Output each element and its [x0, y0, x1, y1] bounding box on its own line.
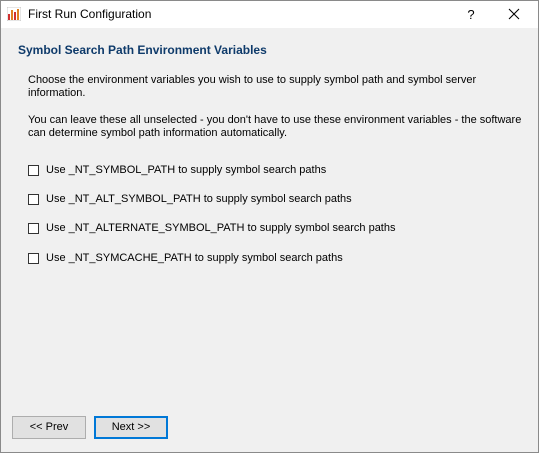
title-bar[interactable]: First Run Configuration ?	[1, 1, 538, 28]
checkbox-box[interactable]	[28, 164, 39, 176]
checkbox-box[interactable]	[28, 193, 39, 205]
checkbox-label[interactable]: Use _NT_SYMCACHE_PATH to supply symbol s…	[46, 252, 343, 264]
nt-alt-symbol-path-checkbox[interactable]: Use _NT_ALT_SYMBOL_PATH to supply symbol…	[28, 191, 352, 207]
window-title: First Run Configuration	[28, 7, 152, 21]
checkbox-label[interactable]: Use _NT_ALT_SYMBOL_PATH to supply symbol…	[46, 193, 352, 205]
intro-text: Choose the environment variables you wis…	[28, 74, 477, 99]
dialog-window: First Run Configuration ? Symbol Search …	[0, 0, 539, 453]
checkbox-box[interactable]	[28, 252, 39, 264]
note-text: You can leave these all unselected - you…	[28, 114, 522, 139]
checkbox-label[interactable]: Use _NT_SYMBOL_PATH to supply symbol sea…	[46, 164, 326, 176]
checkbox-label[interactable]: Use _NT_ALTERNATE_SYMBOL_PATH to supply …	[46, 222, 395, 234]
nt-alternate-symbol-path-checkbox[interactable]: Use _NT_ALTERNATE_SYMBOL_PATH to supply …	[28, 220, 395, 236]
app-icon	[6, 6, 22, 22]
prev-button[interactable]: << Prev	[12, 416, 86, 439]
checkbox-box[interactable]	[28, 222, 39, 234]
close-icon	[508, 8, 520, 20]
close-button[interactable]	[491, 1, 537, 28]
nt-symcache-path-checkbox[interactable]: Use _NT_SYMCACHE_PATH to supply symbol s…	[28, 250, 343, 266]
nt-symbol-path-checkbox[interactable]: Use _NT_SYMBOL_PATH to supply symbol sea…	[28, 162, 326, 178]
page-heading: Symbol Search Path Environment Variables	[18, 43, 267, 57]
help-button[interactable]: ?	[456, 1, 486, 28]
next-button[interactable]: Next >>	[94, 416, 168, 439]
